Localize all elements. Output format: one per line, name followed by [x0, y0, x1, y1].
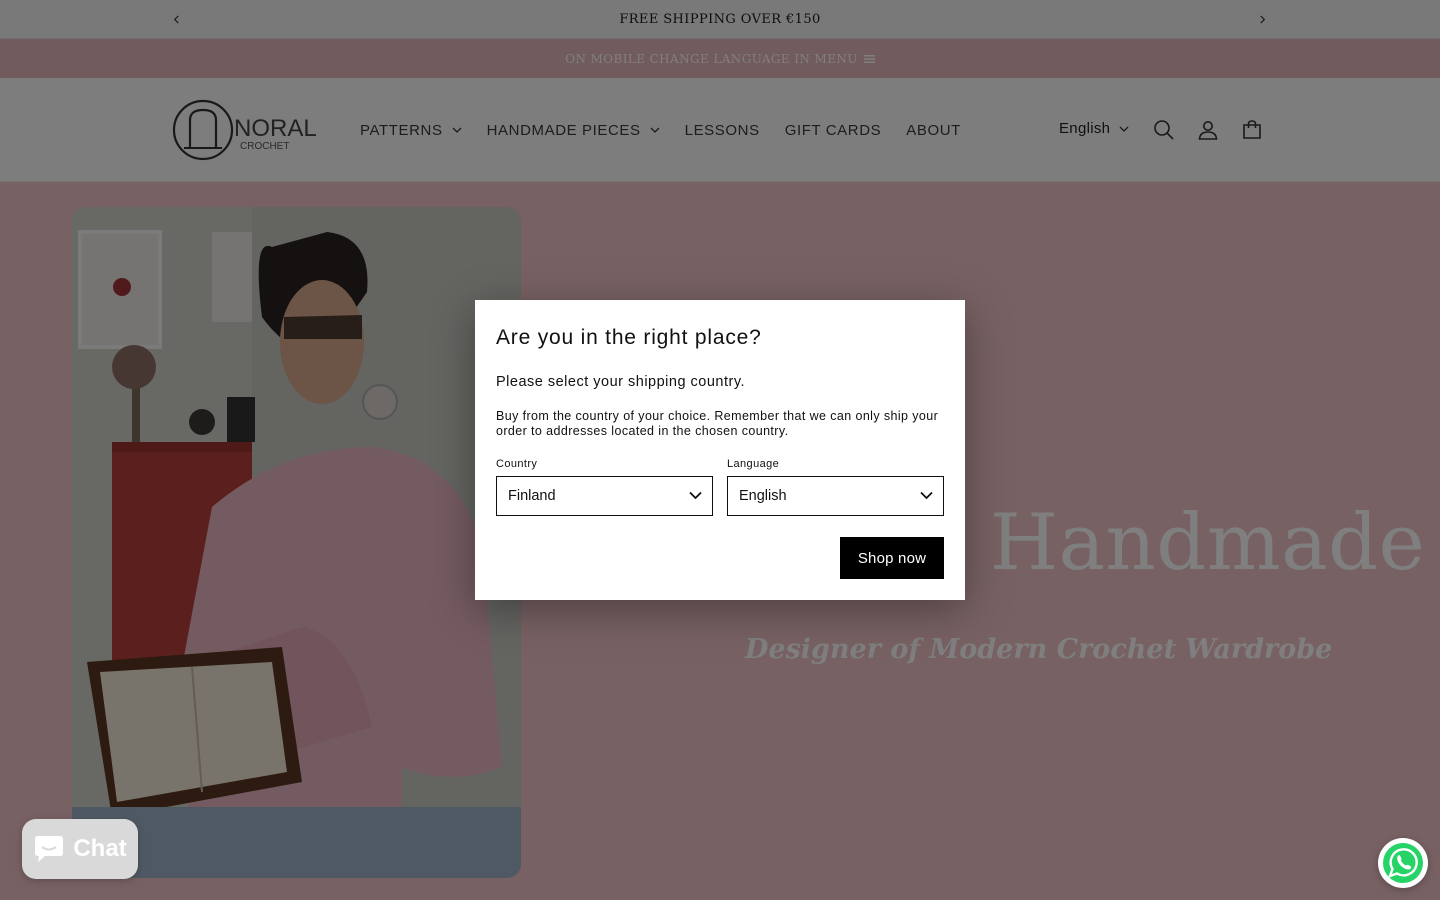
chat-label: Chat	[73, 835, 127, 862]
country-selector-modal: Are you in the right place? Please selec…	[475, 300, 965, 600]
modal-subtitle: Please select your shipping country.	[496, 374, 746, 390]
country-label: Country	[496, 458, 538, 470]
whatsapp-icon	[1383, 843, 1423, 883]
chat-bubble-icon	[35, 836, 64, 862]
modal-title: Are you in the right place?	[496, 326, 762, 349]
language-select[interactable]: English	[727, 476, 944, 516]
language-label: Language	[727, 458, 780, 470]
chevron-down-icon	[689, 491, 702, 500]
country-select-value: Finland	[508, 488, 556, 504]
modal-description: Buy from the country of your choice. Rem…	[496, 409, 939, 438]
chevron-down-icon	[920, 491, 933, 500]
whatsapp-button[interactable]	[1378, 838, 1428, 888]
shop-now-button[interactable]: Shop now	[840, 537, 944, 579]
country-select[interactable]: Finland	[496, 476, 713, 516]
language-select-value: English	[739, 488, 787, 504]
chat-button[interactable]: Chat	[22, 819, 138, 879]
